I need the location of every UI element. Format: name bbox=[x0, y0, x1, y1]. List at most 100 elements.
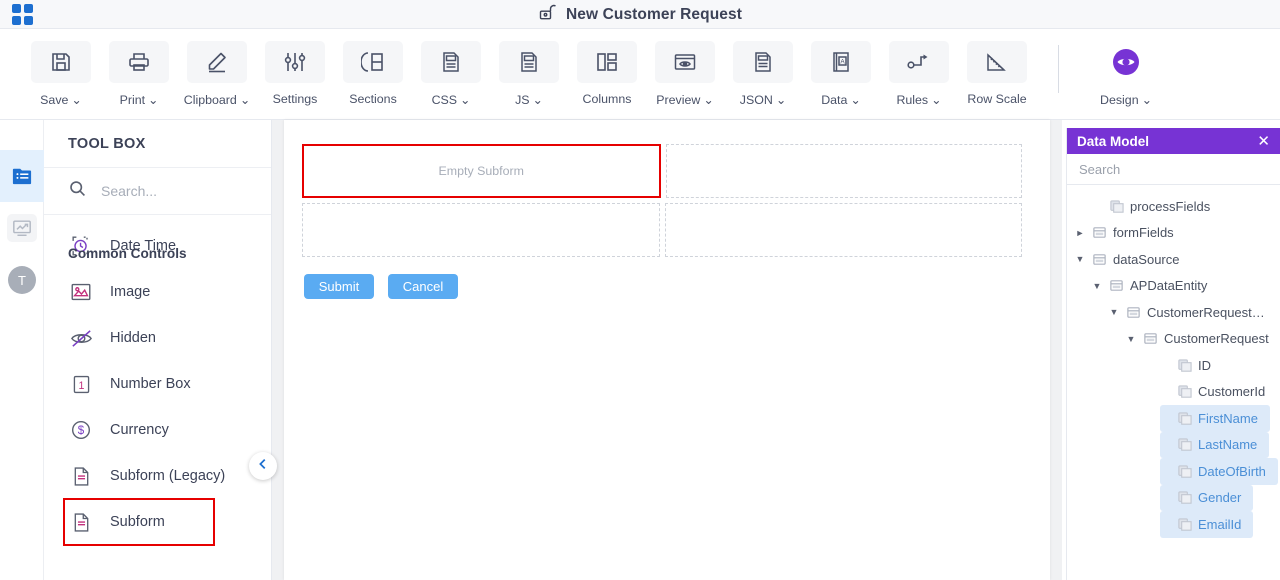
tree-node[interactable]: EmailId bbox=[1160, 511, 1254, 538]
form-cell-empty[interactable] bbox=[665, 144, 1022, 198]
tool-item-subform-legacy[interactable]: Subform (Legacy) bbox=[44, 453, 271, 499]
tree-node-label: dataSource bbox=[1113, 251, 1180, 267]
close-icon[interactable]: ✕ bbox=[1257, 134, 1270, 149]
ribbon-design-label: Design bbox=[1100, 92, 1139, 107]
data-model-search-row[interactable] bbox=[1067, 154, 1280, 185]
ribbon-columns[interactable]: Columns bbox=[568, 41, 646, 106]
ribbon-rules[interactable]: Rules ⌄ bbox=[880, 41, 958, 107]
tree-node[interactable]: Gender bbox=[1160, 484, 1254, 511]
tool-item-image[interactable]: Image bbox=[44, 269, 271, 315]
unlocked-padlock-icon bbox=[538, 2, 558, 27]
data-book-icon: A bbox=[811, 41, 871, 83]
tree-node-label: processFields bbox=[1130, 198, 1211, 214]
search-input[interactable] bbox=[99, 182, 249, 200]
ribbon-json[interactable]: JSON ⌄ bbox=[724, 41, 802, 107]
ribbon-css-label: CSS bbox=[431, 92, 458, 107]
tree-node-label: CustomerRequest bbox=[1164, 331, 1269, 347]
ribbon-design[interactable]: Design ⌄ bbox=[1087, 41, 1165, 107]
rules-flow-icon bbox=[889, 41, 949, 83]
sliders-icon bbox=[265, 41, 325, 83]
chevron-down-icon: ⌄ bbox=[850, 93, 861, 107]
tree-node[interactable]: DateOfBirth bbox=[1160, 458, 1278, 485]
save-floppy-icon bbox=[31, 41, 91, 83]
rail-item-themes[interactable]: T bbox=[0, 254, 44, 306]
chevron-down-icon[interactable]: ▼ bbox=[1092, 281, 1102, 291]
number-one-icon: 1 bbox=[68, 371, 94, 397]
tree-node[interactable]: ▼ APDataEntity bbox=[1092, 273, 1280, 300]
form-cell-subform[interactable]: Empty Subform bbox=[302, 144, 661, 198]
ribbon-sections-label: Sections bbox=[349, 92, 397, 106]
collapse-toolbox-button[interactable] bbox=[249, 452, 277, 480]
ribbon-preview[interactable]: Preview ⌄ bbox=[646, 41, 724, 107]
css-file-icon bbox=[421, 41, 481, 83]
tool-item-currency[interactable]: $ Currency bbox=[44, 407, 271, 453]
tree-node[interactable]: ID bbox=[1160, 352, 1280, 379]
tree-node-label: FirstName bbox=[1198, 410, 1258, 426]
chevron-right-icon[interactable]: ► bbox=[1075, 228, 1085, 238]
ribbon-clipboard[interactable]: Clipboard ⌄ bbox=[178, 41, 256, 107]
tree-node-label: formFields bbox=[1113, 225, 1174, 241]
form-cell-label: Empty Subform bbox=[438, 164, 524, 178]
ribbon-data[interactable]: A Data ⌄ bbox=[802, 41, 880, 107]
form-row: Empty Subform bbox=[302, 144, 1022, 203]
pencil-edit-icon bbox=[187, 41, 247, 83]
chevron-down-icon: ⌄ bbox=[775, 93, 787, 107]
form-layout: Empty Subform Submit Cancel bbox=[284, 120, 1050, 299]
tool-item-label: Currency bbox=[110, 422, 169, 438]
svg-text:A: A bbox=[840, 58, 845, 65]
submit-button[interactable]: Submit bbox=[304, 274, 374, 299]
folder-table-icon bbox=[1108, 278, 1124, 294]
form-canvas[interactable]: Empty Subform Submit Cancel bbox=[284, 120, 1050, 580]
document-lines-icon bbox=[68, 509, 94, 535]
ribbon-css[interactable]: CSS ⌄ bbox=[412, 41, 490, 107]
json-file-icon bbox=[733, 41, 793, 83]
form-cell-empty[interactable] bbox=[302, 203, 660, 257]
tool-item-date-time[interactable]: Date Time bbox=[44, 223, 271, 269]
tree-node[interactable]: FirstName bbox=[1160, 405, 1270, 432]
data-model-search-input[interactable] bbox=[1077, 160, 1247, 178]
rail-item-forms-list[interactable] bbox=[0, 150, 44, 202]
columns-layout-icon bbox=[577, 41, 637, 83]
rail-item-reports[interactable] bbox=[0, 202, 44, 254]
ribbon-toolbar: Save ⌄ Print ⌄ Clipboard ⌄ Settings Sect… bbox=[0, 29, 1280, 120]
tool-item-hidden[interactable]: Hidden bbox=[44, 315, 271, 361]
chevron-down-icon[interactable]: ▼ bbox=[1075, 254, 1085, 264]
chevron-down-icon[interactable]: ▼ bbox=[1109, 307, 1119, 317]
tool-box-search-row[interactable] bbox=[44, 168, 271, 215]
chevron-left-icon bbox=[256, 457, 270, 476]
tool-item-number-box[interactable]: 1 Number Box bbox=[44, 361, 271, 407]
ribbon-settings-label: Settings bbox=[272, 92, 318, 106]
tree-node[interactable]: ► formFields bbox=[1075, 220, 1280, 247]
tree-node[interactable]: ▼ CustomerRequest… bbox=[1109, 299, 1280, 326]
ribbon-settings[interactable]: Settings bbox=[256, 41, 334, 106]
ribbon-sections[interactable]: Sections bbox=[334, 41, 412, 106]
tree-node[interactable]: ▼ dataSource bbox=[1075, 246, 1280, 273]
ribbon-row-scale[interactable]: Row Scale bbox=[958, 41, 1036, 106]
tree-node[interactable]: LastName bbox=[1160, 431, 1270, 458]
ribbon-js[interactable]: JS ⌄ bbox=[490, 41, 568, 107]
leaf-field-icon bbox=[1108, 198, 1124, 214]
page-title: New Customer Request bbox=[566, 5, 742, 23]
leaf-field-icon bbox=[1176, 516, 1192, 532]
ribbon-save[interactable]: Save ⌄ bbox=[22, 41, 100, 107]
cancel-button[interactable]: Cancel bbox=[388, 274, 458, 299]
tool-item-label: Image bbox=[110, 284, 151, 300]
tree-node[interactable]: CustomerId bbox=[1160, 379, 1280, 406]
grid-apps-icon[interactable] bbox=[0, 0, 44, 29]
chevron-down-icon[interactable]: ▼ bbox=[1126, 334, 1136, 344]
ruler-icon bbox=[967, 41, 1027, 83]
ribbon-print[interactable]: Print ⌄ bbox=[100, 41, 178, 107]
chevron-down-icon: ⌄ bbox=[239, 93, 251, 107]
window-title: New Customer Request bbox=[0, 0, 1280, 29]
leaf-field-icon bbox=[1176, 437, 1192, 453]
tool-item-label: Date Time bbox=[110, 238, 177, 254]
tree-node[interactable]: ▼ CustomerRequest bbox=[1126, 326, 1280, 353]
eye-design-icon bbox=[1096, 41, 1156, 83]
tree-node[interactable]: processFields bbox=[1092, 193, 1280, 220]
folder-table-icon bbox=[1142, 331, 1158, 347]
ribbon-js-label: JS bbox=[515, 92, 530, 107]
form-cell-empty[interactable] bbox=[664, 203, 1022, 257]
tool-item-subform[interactable]: Subform bbox=[63, 498, 215, 546]
ribbon-preview-label: Preview bbox=[656, 92, 701, 107]
